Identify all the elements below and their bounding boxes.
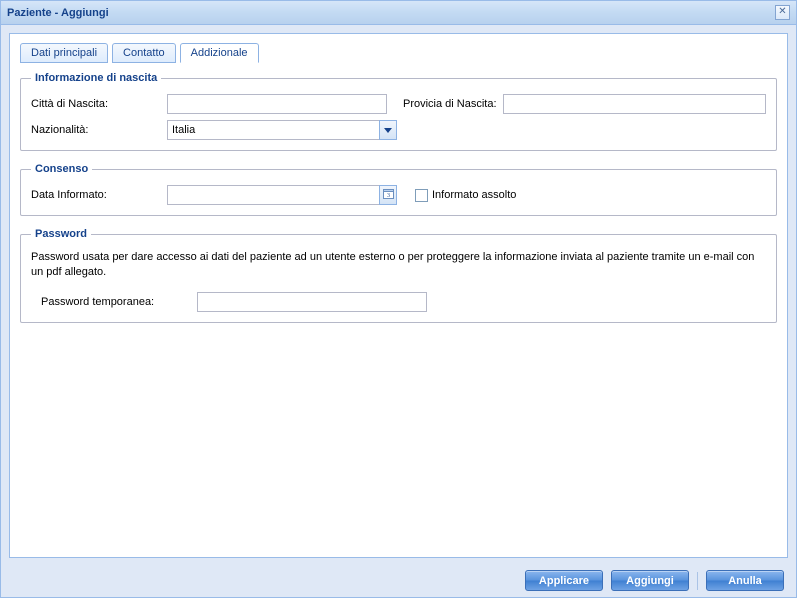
window-title: Paziente - Aggiungi: [7, 7, 109, 19]
calendar-icon: 3: [383, 188, 394, 202]
cancel-button[interactable]: Anulla: [706, 570, 784, 591]
titlebar: Paziente - Aggiungi ✕: [1, 1, 796, 25]
svg-text:3: 3: [387, 193, 390, 199]
password-temp-input[interactable]: [197, 292, 427, 312]
tab-contact[interactable]: Contatto: [112, 43, 176, 63]
birth-province-label: Provicia di Nascita:: [403, 98, 497, 110]
birth-province-input[interactable]: [503, 94, 766, 114]
password-description: Password usata per dare accesso ai dati …: [31, 250, 766, 280]
birth-city-label: Città di Nascita:: [31, 98, 161, 110]
nationality-combo[interactable]: [167, 120, 397, 140]
consent-checkbox-label: Informato assolto: [432, 189, 516, 201]
password-temp-label: Password temporanea:: [41, 296, 191, 308]
consent-date-trigger[interactable]: 3: [379, 185, 397, 205]
content-outer: Dati principali Contatto Addizionale Inf…: [1, 25, 796, 566]
nationality-label: Nazionalità:: [31, 124, 161, 136]
close-icon: ✕: [778, 6, 786, 17]
close-button[interactable]: ✕: [775, 5, 790, 20]
birth-fieldset: Informazione di nascita Città di Nascita…: [20, 72, 777, 151]
consent-date-field[interactable]: 3: [167, 185, 397, 205]
birth-city-input[interactable]: [167, 94, 387, 114]
content-panel: Dati principali Contatto Addizionale Inf…: [9, 33, 788, 558]
button-separator: [697, 572, 698, 590]
chevron-down-icon: [384, 124, 392, 136]
nationality-trigger[interactable]: [379, 120, 397, 140]
password-legend: Password: [31, 228, 91, 240]
apply-button[interactable]: Applicare: [525, 570, 603, 591]
dialog-window: Paziente - Aggiungi ✕ Dati principali Co…: [0, 0, 797, 598]
consent-legend: Consenso: [31, 163, 92, 175]
birth-legend: Informazione di nascita: [31, 72, 161, 84]
tab-additional[interactable]: Addizionale: [180, 43, 259, 63]
tab-strip: Dati principali Contatto Addizionale: [20, 42, 777, 62]
consent-fieldset: Consenso Data Informato: 3: [20, 163, 777, 216]
password-fieldset: Password Password usata per dare accesso…: [20, 228, 777, 323]
nationality-input[interactable]: [167, 120, 379, 140]
consent-date-input[interactable]: [167, 185, 379, 205]
consent-checkbox[interactable]: [415, 189, 428, 202]
consent-date-label: Data Informato:: [31, 189, 161, 201]
add-button[interactable]: Aggiungi: [611, 570, 689, 591]
button-bar: Applicare Aggiungi Anulla: [1, 566, 796, 597]
tab-main[interactable]: Dati principali: [20, 43, 108, 63]
